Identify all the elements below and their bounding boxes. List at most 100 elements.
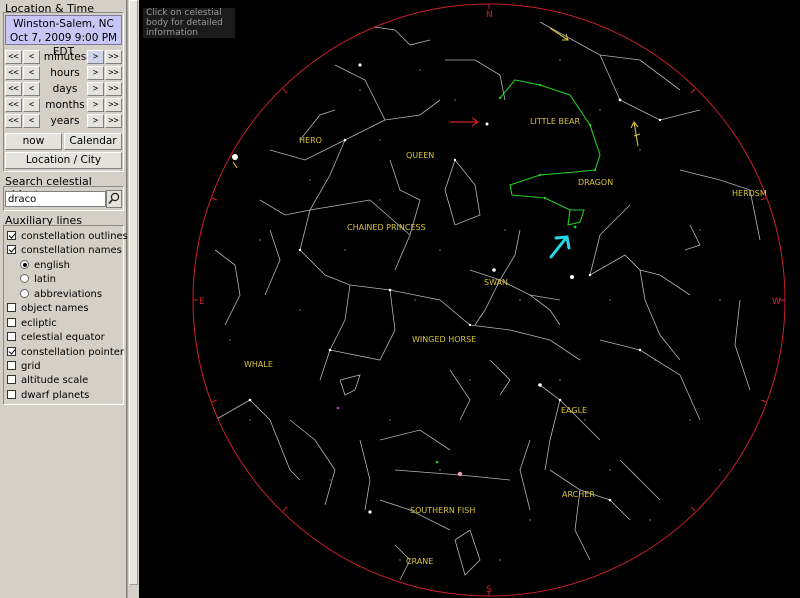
radio-icon[interactable] xyxy=(20,289,29,298)
checkbox-icon[interactable] xyxy=(7,390,16,399)
label-swan[interactable]: SWAN xyxy=(484,278,508,287)
step-row-hours: << < hours > >> xyxy=(5,66,122,80)
checkbox-checked-icon[interactable] xyxy=(7,245,16,254)
label-whale[interactable]: WHALE xyxy=(244,360,273,369)
search-button[interactable] xyxy=(106,190,122,208)
location-city-button[interactable]: Location / City xyxy=(5,152,122,169)
option-dwarf-planets[interactable]: dwarf planets xyxy=(7,389,89,403)
months-forward-button[interactable]: > xyxy=(87,98,104,112)
label-eagle[interactable]: EAGLE xyxy=(561,406,587,415)
radio-selected-icon[interactable] xyxy=(20,260,29,269)
step-label-years: years xyxy=(50,115,80,127)
minutes-forward-button[interactable]: > xyxy=(87,50,104,64)
years-back-button[interactable]: < xyxy=(23,114,40,128)
years-forward-fast-button[interactable]: >> xyxy=(105,114,122,128)
days-forward-button[interactable]: > xyxy=(87,82,104,96)
step-label-days: days xyxy=(52,83,78,95)
option-label: dwarf planets xyxy=(21,390,90,401)
checkbox-icon[interactable] xyxy=(7,361,16,370)
option-label: constellation names xyxy=(21,245,122,256)
radio-latin[interactable]: latin xyxy=(20,273,56,287)
months-back-button[interactable]: < xyxy=(23,98,40,112)
label-queen[interactable]: QUEEN xyxy=(406,151,434,160)
option-label: object names xyxy=(21,303,89,314)
step-label-hours: hours xyxy=(50,67,80,79)
planet-marker[interactable] xyxy=(457,471,463,477)
panel-scrollbar[interactable] xyxy=(127,0,139,598)
step-row-months: << < months > >> xyxy=(5,98,122,112)
months-forward-fast-button[interactable]: >> xyxy=(105,98,122,112)
sky-chart[interactable]: N S E W LITTLE BEAR HERO QUEEN DRAGON HE… xyxy=(140,0,800,598)
option-constellation-names[interactable]: constellation names xyxy=(7,244,122,258)
scrollbar-thumb[interactable] xyxy=(129,0,138,585)
option-label: abbreviations xyxy=(34,289,103,300)
radio-abbreviations[interactable]: abbreviations xyxy=(20,288,102,302)
checkbox-icon[interactable] xyxy=(7,375,16,384)
option-celestial-equator[interactable]: celestial equator xyxy=(7,331,105,345)
option-ecliptic[interactable]: ecliptic xyxy=(7,317,57,331)
cardinal-south: S xyxy=(486,585,492,595)
hours-forward-button[interactable]: > xyxy=(87,66,104,80)
radio-icon[interactable] xyxy=(20,274,29,283)
option-label: altitude scale xyxy=(21,375,89,386)
magenta-object-marker[interactable] xyxy=(336,406,340,410)
step-row-years: << < years > >> xyxy=(5,114,122,128)
label-winged-horse[interactable]: WINGED HORSE xyxy=(412,335,476,344)
checkbox-icon[interactable] xyxy=(7,318,16,327)
option-label: ecliptic xyxy=(21,318,57,329)
minutes-forward-fast-button[interactable]: >> xyxy=(105,50,122,64)
option-object-names[interactable]: object names xyxy=(7,302,89,316)
option-constellation-pointer[interactable]: constellation pointer xyxy=(7,346,124,360)
label-archer[interactable]: ARCHER xyxy=(562,490,595,499)
label-southern-fish[interactable]: SOUTHERN FISH xyxy=(410,506,475,515)
minutes-back-button[interactable]: < xyxy=(23,50,40,64)
hint-tooltip: Click on celestial body for detailed inf… xyxy=(143,8,235,38)
option-label: latin xyxy=(34,274,56,285)
option-label: constellation outlines xyxy=(21,231,128,242)
option-label: english xyxy=(34,260,70,271)
step-row-minutes: << < minutes > >> xyxy=(5,50,122,64)
months-back-fast-button[interactable]: << xyxy=(5,98,22,112)
label-chained-princess[interactable]: CHAINED PRINCESS xyxy=(347,223,426,232)
step-row-days: << < days > >> xyxy=(5,82,122,96)
cardinal-east: E xyxy=(199,297,205,307)
label-dragon[interactable]: DRAGON xyxy=(578,178,613,187)
minutes-back-fast-button[interactable]: << xyxy=(5,50,22,64)
magnifier-icon xyxy=(108,192,120,205)
label-crane[interactable]: CRANE xyxy=(406,557,433,566)
hours-forward-fast-button[interactable]: >> xyxy=(105,66,122,80)
hours-back-fast-button[interactable]: << xyxy=(5,66,22,80)
years-back-fast-button[interactable]: << xyxy=(5,114,22,128)
cardinal-north: N xyxy=(486,10,493,20)
search-input[interactable] xyxy=(5,191,106,207)
option-label: constellation pointer xyxy=(21,347,125,358)
option-altitude-scale[interactable]: altitude scale xyxy=(7,374,88,388)
years-forward-button[interactable]: > xyxy=(87,114,104,128)
days-forward-fast-button[interactable]: >> xyxy=(105,82,122,96)
option-constellation-outlines[interactable]: constellation outlines xyxy=(7,230,128,244)
green-object-marker[interactable] xyxy=(435,460,439,464)
location-name: Winston-Salem, NC xyxy=(13,18,114,30)
checkbox-icon[interactable] xyxy=(7,332,16,341)
checkbox-icon[interactable] xyxy=(7,303,16,312)
sky-map[interactable]: N S E W LITTLE BEAR HERO QUEEN DRAGON HE… xyxy=(140,0,800,598)
days-back-button[interactable]: < xyxy=(23,82,40,96)
option-label: celestial equator xyxy=(21,332,105,343)
step-label-minutes: minutes xyxy=(43,51,87,63)
radio-english[interactable]: english xyxy=(20,259,70,273)
control-panel: Location & Time Winston-Salem, NC Oct 7,… xyxy=(0,0,128,598)
label-little-bear[interactable]: LITTLE BEAR xyxy=(530,117,581,126)
days-back-fast-button[interactable]: << xyxy=(5,82,22,96)
horizon-circle xyxy=(192,3,786,597)
step-label-months: months xyxy=(45,99,85,111)
checkbox-checked-icon[interactable] xyxy=(7,347,16,356)
label-herdsman[interactable]: HERDSM xyxy=(732,189,767,198)
checkbox-checked-icon[interactable] xyxy=(7,231,16,240)
location-time-display: Winston-Salem, NC Oct 7, 2009 9:00 PM ED… xyxy=(5,15,122,58)
option-grid[interactable]: grid xyxy=(7,360,41,374)
hours-back-button[interactable]: < xyxy=(23,66,40,80)
calendar-button[interactable]: Calendar xyxy=(64,133,122,150)
label-hero[interactable]: HERO xyxy=(299,136,322,145)
cardinal-west: W xyxy=(772,297,781,307)
now-button[interactable]: now xyxy=(5,133,62,150)
